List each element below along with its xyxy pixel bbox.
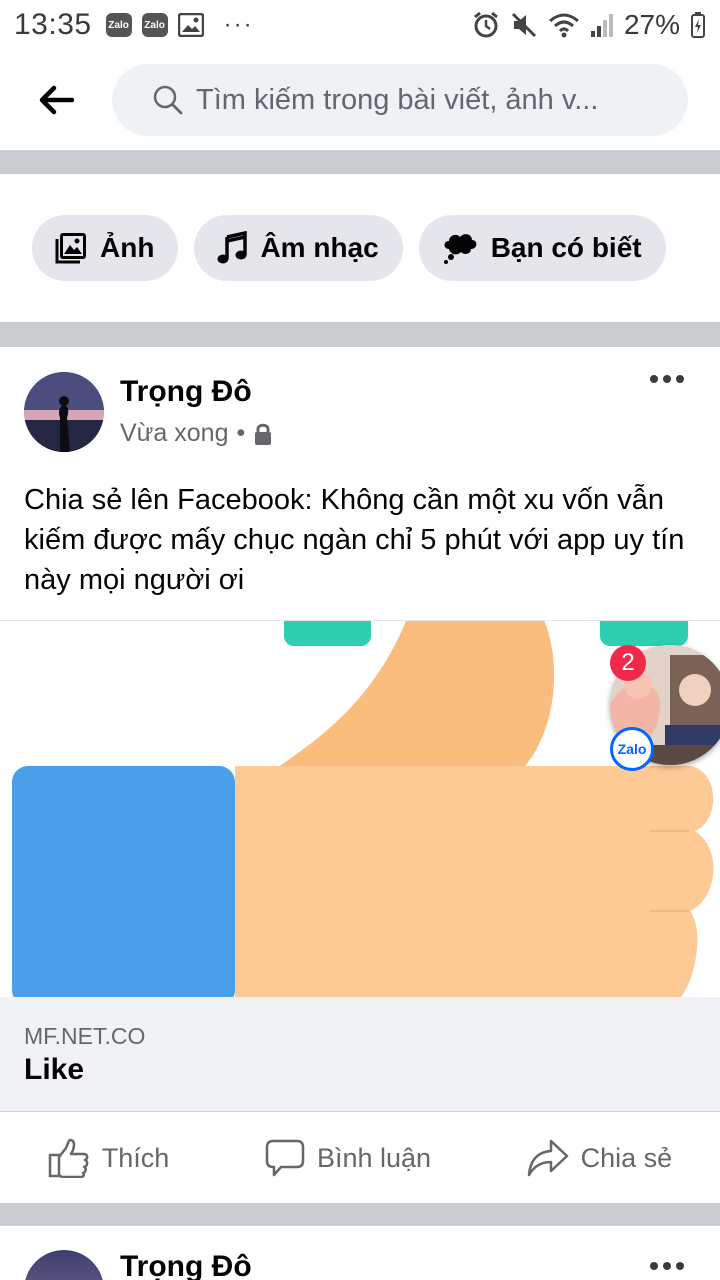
search-header (0, 50, 720, 150)
dot-icon (650, 375, 658, 383)
chip-music[interactable]: Âm nhạc (194, 215, 403, 281)
wifi-icon (548, 13, 579, 38)
signal-icon (590, 14, 613, 37)
filter-chips: Ảnh Âm nhạc Bạn có biết (0, 174, 720, 322)
photo-icon (55, 233, 86, 264)
lock-icon (255, 423, 272, 445)
post-options-button[interactable] (650, 1262, 684, 1270)
section-divider (0, 150, 720, 174)
chip-label: Ảnh (100, 232, 155, 263)
mute-icon (511, 12, 537, 38)
search-icon (153, 85, 183, 115)
more-notifications-icon: ··· (223, 11, 254, 38)
like-button[interactable]: Thích (48, 1138, 170, 1178)
post-author[interactable]: Trọng Đô (120, 1250, 252, 1280)
chip-label: Bạn có biết (490, 232, 642, 263)
chip-did-you-know[interactable]: Bạn có biết (418, 215, 666, 281)
share-icon (527, 1139, 568, 1177)
status-bar: 13:35 Zalo Zalo ··· 27% (0, 0, 720, 50)
comment-label: Bình luận (316, 1142, 432, 1173)
post-header: Trọng Đô Vừa xong • (0, 347, 720, 457)
dot-icon (676, 375, 684, 383)
back-button[interactable] (0, 50, 112, 150)
share-button[interactable]: Chia sẻ (527, 1139, 673, 1177)
link-domain: MF.NET.CO (24, 1023, 146, 1049)
music-note-icon (217, 231, 248, 264)
post-time[interactable]: Vừa xong (120, 419, 228, 448)
back-arrow-icon (39, 85, 74, 115)
zalo-notification-icon: Zalo (141, 13, 168, 37)
notification-badge: 2 (610, 645, 646, 681)
post-meta: Vừa xong • (120, 419, 273, 448)
alarm-icon (474, 11, 498, 38)
meta-separator: • (236, 419, 246, 447)
system-status: 27% (472, 9, 706, 41)
post-author[interactable]: Trọng Đô (120, 375, 252, 409)
battery-percent: 27% (623, 9, 680, 40)
notification-icons: Zalo Zalo ··· (105, 11, 254, 39)
chip-label: Âm nhạc (260, 232, 379, 263)
like-label: Thích (101, 1142, 170, 1173)
zalo-notification-icon: Zalo (105, 13, 132, 37)
comment-icon (265, 1139, 305, 1177)
status-time: 13:35 (14, 8, 92, 41)
comment-button[interactable]: Bình luận (265, 1138, 431, 1178)
share-label: Chia sẻ (580, 1142, 673, 1173)
search-bar[interactable] (112, 64, 688, 136)
avatar[interactable] (24, 372, 104, 452)
battery-charging-icon (691, 12, 705, 38)
dot-icon (663, 375, 671, 383)
thought-bubble-icon (443, 234, 477, 264)
section-divider (0, 1203, 720, 1226)
dot-icon (650, 1262, 658, 1270)
post-text: Chia sẻ lên Facebook: Không cần một xu v… (24, 484, 685, 596)
dot-icon (663, 1262, 671, 1270)
dot-icon (676, 1262, 684, 1270)
post-actions: Thích Bình luận Chia sẻ (0, 1113, 720, 1203)
avatar-image (24, 372, 104, 452)
search-input[interactable] (196, 83, 656, 117)
section-divider (0, 322, 720, 347)
link-preview-image[interactable] (0, 620, 720, 997)
avatar[interactable] (24, 1250, 104, 1280)
link-title: Like (24, 1053, 85, 1086)
gallery-notification-icon (177, 13, 204, 37)
chip-photos[interactable]: Ảnh (32, 215, 179, 281)
thumbs-up-icon (48, 1138, 89, 1178)
link-preview-meta[interactable]: MF.NET.CO Like (0, 997, 720, 1112)
zalo-icon: Zalo (610, 727, 654, 771)
thumbs-up-illustration (0, 621, 720, 997)
post-options-button[interactable] (650, 375, 684, 383)
